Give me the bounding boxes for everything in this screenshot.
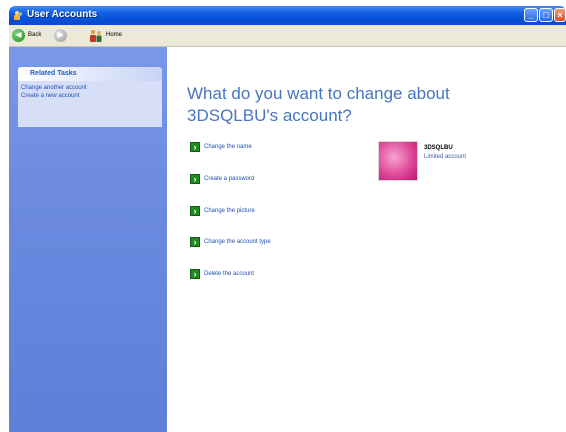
user-picture	[378, 141, 418, 181]
home-label: Home	[106, 32, 123, 38]
create-password-option[interactable]: › Create a password	[190, 174, 254, 184]
home-icon	[90, 29, 102, 42]
window-title: User Accounts	[27, 9, 98, 20]
option-label: Delete the account	[204, 271, 255, 277]
change-account-type-option[interactable]: › Change the account type	[190, 237, 271, 247]
user-name: 3DSQLBU	[424, 145, 453, 151]
green-arrow-icon: ›	[190, 142, 200, 152]
change-name-option[interactable]: › Change the name	[190, 142, 252, 152]
main-content: What do you want to change about 3DSQLBU…	[167, 47, 566, 432]
back-button[interactable]: ◀ Back	[12, 27, 41, 43]
close-button[interactable]: ×	[554, 8, 566, 22]
minimize-button[interactable]: _	[524, 8, 538, 22]
green-arrow-icon: ›	[190, 269, 200, 279]
option-label: Create a password	[204, 176, 255, 182]
option-label: Change the picture	[204, 208, 255, 214]
page-heading: What do you want to change about 3DSQLBU…	[187, 83, 517, 127]
option-label: Change the account type	[204, 239, 271, 245]
green-arrow-icon: ›	[190, 237, 200, 247]
related-tasks-title: Related Tasks	[18, 67, 162, 81]
create-new-account-link[interactable]: Create a new account	[18, 92, 162, 100]
forward-arrow-icon: ▶	[54, 28, 67, 42]
green-arrow-icon: ›	[190, 174, 200, 184]
delete-account-option[interactable]: › Delete the account	[190, 269, 254, 279]
forward-button[interactable]: ▶	[54, 27, 67, 43]
change-picture-option[interactable]: › Change the picture	[190, 206, 255, 216]
heading-line-1: What do you want to change about	[187, 84, 450, 103]
change-another-account-link[interactable]: Change another account	[18, 84, 162, 92]
back-label: Back	[28, 32, 42, 38]
green-arrow-icon: ›	[190, 206, 200, 216]
user-account-type: Limited account	[424, 154, 467, 160]
toolbar: ◀ Back ▶ Home	[9, 25, 566, 47]
option-label: Change the name	[204, 144, 252, 150]
back-arrow-icon: ◀	[12, 28, 25, 42]
task-pane: Related Tasks Change another account Cre…	[9, 47, 167, 432]
home-button[interactable]: Home	[89, 27, 122, 43]
heading-line-2: 3DSQLBU's account?	[187, 106, 352, 125]
related-tasks-panel: Related Tasks Change another account Cre…	[18, 67, 162, 127]
user-accounts-window: User Accounts _ □ × ◀ Back ▶ Home Relate…	[9, 6, 566, 432]
maximize-button[interactable]: □	[539, 8, 553, 22]
title-bar: User Accounts _ □ ×	[9, 6, 566, 25]
user-accounts-icon	[14, 11, 23, 20]
